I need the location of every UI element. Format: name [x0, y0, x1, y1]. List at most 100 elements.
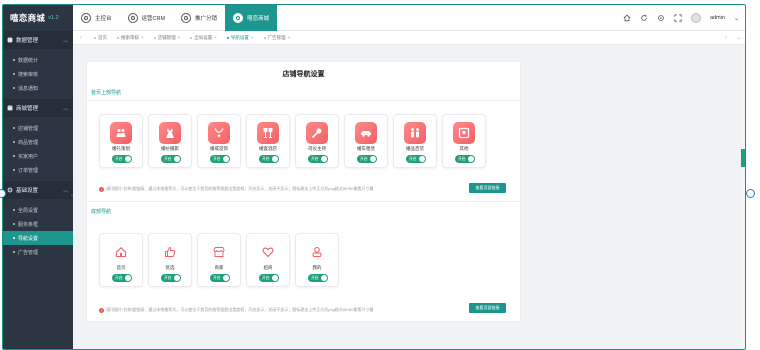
- nav-card-wedding-planning[interactable]: 婚礼策划 开启: [99, 114, 143, 168]
- nav-card-banquet-hotel[interactable]: 婚宴酒店 开启: [246, 114, 290, 168]
- sidebar-item-products[interactable]: 商品管理: [3, 135, 73, 149]
- nav-card-jewelry[interactable]: 婚戒首饰 开启: [197, 114, 241, 168]
- car-icon: [355, 122, 377, 144]
- tab-label: 推广分销: [195, 15, 218, 22]
- home-icon[interactable]: [623, 14, 631, 22]
- toggle-label: 开启: [262, 156, 270, 161]
- toggle-label: 开启: [458, 156, 466, 161]
- section-title-top-nav: 首页上部导航: [91, 90, 122, 96]
- sidebar-group-data[interactable]: 数据管理 ︿: [3, 31, 73, 49]
- enable-toggle[interactable]: 开启: [161, 155, 181, 163]
- enable-toggle[interactable]: 开启: [210, 274, 230, 282]
- sidebar-item-service-terms[interactable]: 服务条框: [3, 217, 73, 231]
- page-tab-search-review[interactable]: 搜索审核 ×: [112, 35, 149, 41]
- app-logo[interactable]: 嘻恋商城 v1.2: [3, 5, 73, 31]
- resize-handle-right[interactable]: [746, 189, 755, 198]
- sidebar-group-store[interactable]: 商城管理 ︿: [3, 99, 73, 117]
- sidebar-group-label: 数据管理: [16, 38, 39, 44]
- page-tab-home[interactable]: 首页: [89, 35, 112, 41]
- page-scrollbar[interactable]: [741, 45, 745, 349]
- tabs-left-arrow-icon[interactable]: ‹: [73, 35, 89, 41]
- settings-icon[interactable]: [657, 14, 665, 22]
- nav-card-merchants[interactable]: 商家 开启: [197, 233, 241, 287]
- view-page-link-button-bottom[interactable]: 查看页面链接: [469, 303, 506, 313]
- enable-toggle[interactable]: 开启: [455, 155, 475, 163]
- page-tab-ads[interactable]: 广告管理 ×: [259, 35, 296, 41]
- refresh-icon[interactable]: [640, 14, 648, 22]
- enable-toggle[interactable]: 开启: [406, 155, 426, 163]
- fullscreen-icon[interactable]: [674, 14, 682, 22]
- close-icon[interactable]: ×: [288, 35, 291, 40]
- nav-card-mine[interactable]: 我的 开启: [295, 233, 339, 287]
- dress-icon: [159, 122, 181, 144]
- toggle-label: 开启: [262, 275, 270, 280]
- nav-card-other[interactable]: 其他 开启: [442, 114, 486, 168]
- tab-label: 嘻恋商城: [247, 15, 270, 22]
- enable-toggle[interactable]: 开启: [112, 155, 132, 163]
- sidebar-item-label: 订单管理: [18, 167, 39, 174]
- tab-mall[interactable]: 嘻恋商城: [225, 5, 278, 31]
- nav-card-wedding-goods[interactable]: 婚品百货 开启: [393, 114, 437, 168]
- close-icon[interactable]: ×: [141, 35, 144, 40]
- tab-crm[interactable]: 运营CRM: [120, 5, 174, 31]
- nav-card-wedding-photography[interactable]: 婚纱摄影 开启: [148, 114, 192, 168]
- sidebar-item-search-review[interactable]: 搜索审核: [3, 67, 73, 81]
- enable-toggle[interactable]: 开启: [259, 274, 279, 282]
- sidebar-item-orders[interactable]: 订单管理: [3, 163, 73, 177]
- sidebar-item-label: 服务条框: [18, 221, 39, 228]
- sidebar-item-label: 导航设置: [18, 235, 39, 242]
- toggle-label: 开启: [311, 275, 319, 280]
- nav-card-car-rental[interactable]: 婚车租赁 开启: [344, 114, 388, 168]
- nav-card-label: 婚纱摄影: [161, 146, 179, 151]
- tab-distribution[interactable]: 推广分销: [173, 5, 225, 31]
- toggle-label: 开启: [164, 156, 172, 161]
- circle-icon: [127, 12, 138, 23]
- enable-toggle[interactable]: 开启: [357, 155, 377, 163]
- tabs-right-arrow-icon[interactable]: ›: [725, 35, 727, 41]
- nav-card-featured[interactable]: 优选 开启: [148, 233, 192, 287]
- page-tab-shops[interactable]: 店铺管理 ×: [149, 35, 186, 41]
- view-page-link-button-top[interactable]: 查看页面链接: [469, 183, 506, 193]
- sidebar-item-label: 商品管理: [18, 139, 39, 146]
- sidebar-item-label: 广告管理: [18, 249, 39, 256]
- tabs-more-icon[interactable]: ⌄: [737, 35, 741, 41]
- enable-toggle[interactable]: 开启: [161, 274, 181, 282]
- enable-toggle[interactable]: 开启: [308, 155, 328, 163]
- page-tab-nav-settings[interactable]: 导航设置 ×: [222, 35, 259, 41]
- close-icon[interactable]: ×: [178, 35, 181, 40]
- user-name[interactable]: admin: [710, 15, 725, 21]
- close-icon[interactable]: ×: [251, 35, 254, 40]
- page-tabs-bar: ‹ 首页 搜索审核 × 店铺管理 × 全局设置 × 导航设置 × 广告管理 × › ⌄: [73, 31, 745, 45]
- enable-toggle[interactable]: 开启: [112, 274, 132, 282]
- sidebar-item-notifications[interactable]: 消息通知: [3, 81, 73, 95]
- sidebar-group-settings[interactable]: 基础设置 ︿: [3, 181, 73, 199]
- toggle-label: 开启: [409, 156, 417, 161]
- necklace-icon: [208, 122, 230, 144]
- tab-label: 主控台: [95, 15, 112, 22]
- sidebar-item-nav-settings[interactable]: 导航设置: [3, 231, 73, 245]
- page-tab-global-settings[interactable]: 全局设置 ×: [185, 35, 222, 41]
- divider: [87, 201, 520, 202]
- nav-card-host[interactable]: 司仪主持 开启: [295, 114, 339, 168]
- sidebar-item-ads[interactable]: 广告管理: [3, 245, 73, 259]
- sidebar-item-shops[interactable]: 店铺管理: [3, 121, 73, 135]
- enable-toggle[interactable]: 开启: [259, 155, 279, 163]
- sidebar-item-data-stats[interactable]: 数据统计: [3, 53, 73, 67]
- sidebar-group-items: 全局设置 服务条框 导航设置 广告管理: [3, 199, 73, 263]
- bullet-icon: [13, 209, 15, 211]
- avatar[interactable]: [690, 13, 701, 23]
- chevron-down-icon[interactable]: ⌄: [734, 15, 739, 22]
- scrollbar-thumb[interactable]: [741, 149, 745, 167]
- nav-card-home[interactable]: 首页 开启: [99, 233, 143, 287]
- close-icon[interactable]: ×: [214, 35, 217, 40]
- sidebar-item-global-settings[interactable]: 全局设置: [3, 203, 73, 217]
- section-title-bottom-nav: 底部导航: [91, 209, 112, 215]
- enable-toggle[interactable]: 开启: [210, 155, 230, 163]
- microphone-icon: [306, 122, 328, 144]
- tab-dashboard[interactable]: 主控台: [73, 5, 120, 31]
- nav-card-recruit[interactable]: 招商 开启: [246, 233, 290, 287]
- enable-toggle[interactable]: 开启: [308, 274, 328, 282]
- sidebar-collapse-icon[interactable]: ‹: [71, 193, 73, 199]
- bullet-icon: [13, 237, 15, 239]
- sidebar-item-buyers[interactable]: 买家用户: [3, 149, 73, 163]
